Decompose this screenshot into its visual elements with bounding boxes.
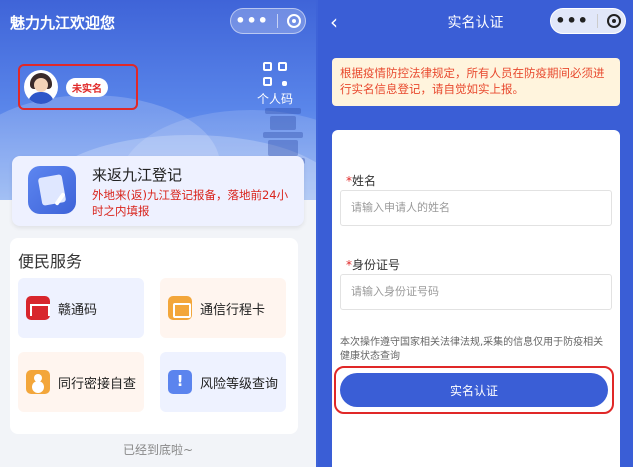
peer-contact-icon [26, 370, 50, 394]
mini-program-capsule: ••• [550, 8, 626, 34]
service-peer-contact-check[interactable]: 同行密接自查 [18, 352, 144, 412]
auth-form: *姓名 *身份证号 本次操作遵守国家相关法律法规,采集的信息仅用于防疫相关健康状… [332, 130, 620, 467]
personal-code-label: 个人码 [256, 92, 293, 106]
service-label: 通信行程卡 [200, 302, 266, 318]
registration-form-icon [28, 166, 76, 214]
services-title: 便民服务 [18, 252, 83, 271]
legal-note: 本次操作遵守国家相关法律法规,采集的信息仅用于防疫相关健康状态查询 [340, 337, 604, 362]
close-target-icon[interactable] [606, 14, 621, 28]
service-gan-tong-code[interactable]: 赣通码 [18, 278, 144, 338]
welcome-title: 魅力九江欢迎您 [10, 14, 116, 32]
return-card-description: 外地来(返)九江登记报备，落地前24小时之内填报 [92, 188, 289, 218]
trip-card-icon [168, 296, 192, 320]
return-registration-card[interactable]: 来返九江登记 外地来(返)九江登记报备，落地前24小时之内填报 [12, 156, 304, 226]
submit-highlight: 实名认证 [334, 366, 614, 414]
service-trip-card[interactable]: 通信行程卡 [160, 278, 286, 338]
back-chevron-icon[interactable]: ‹ [330, 10, 338, 34]
name-input[interactable] [340, 190, 612, 226]
epidemic-notice: 根据疫情防控法律规定，所有人员在防疫期间必须进行实名信息登记，请自觉如实上报。 [332, 58, 620, 106]
return-card-title: 来返九江登记 [92, 166, 183, 184]
capsule-divider [277, 14, 279, 28]
avatar[interactable] [24, 70, 58, 104]
more-button[interactable]: ••• [235, 13, 269, 29]
personal-code-button[interactable]: 个人码 [254, 62, 296, 107]
service-label: 赣通码 [58, 302, 98, 318]
qr-code-icon [263, 62, 287, 86]
real-name-auth-button[interactable]: 实名认证 [340, 373, 608, 407]
more-button[interactable]: ••• [555, 13, 589, 29]
user-profile[interactable]: 未实名 [18, 64, 138, 110]
service-risk-level-query[interactable]: 风险等级查询 [160, 352, 286, 412]
id-number-label-text: 身份证号 [352, 258, 401, 272]
convenience-services-panel: 便民服务 赣通码 通信行程卡 同行密接自查 风险等级查询 [10, 238, 298, 434]
mini-program-capsule: ••• [230, 8, 306, 34]
service-label: 同行密接自查 [58, 376, 137, 392]
status-badge[interactable]: 未实名 [66, 77, 108, 97]
home-screen: 魅力九江欢迎您 ••• 未实名 个人码 来返九江登记 外地来(返)九江登记报备，… [0, 0, 316, 467]
end-of-list-tip: 已经到底啦~ [122, 443, 194, 457]
id-number-label: *身份证号 [346, 256, 400, 273]
id-number-input[interactable] [340, 274, 612, 310]
name-label-text: 姓名 [352, 174, 377, 188]
service-label: 风险等级查询 [200, 376, 279, 392]
risk-warning-icon [168, 370, 192, 394]
name-label: *姓名 [346, 172, 376, 189]
gan-tong-code-icon [26, 296, 50, 320]
close-target-icon[interactable] [286, 14, 301, 28]
capsule-divider [597, 14, 599, 28]
real-name-auth-screen: 实名认证 ‹ ••• 根据疫情防控法律规定，所有人员在防疫期间必须进行实名信息登… [318, 0, 633, 467]
